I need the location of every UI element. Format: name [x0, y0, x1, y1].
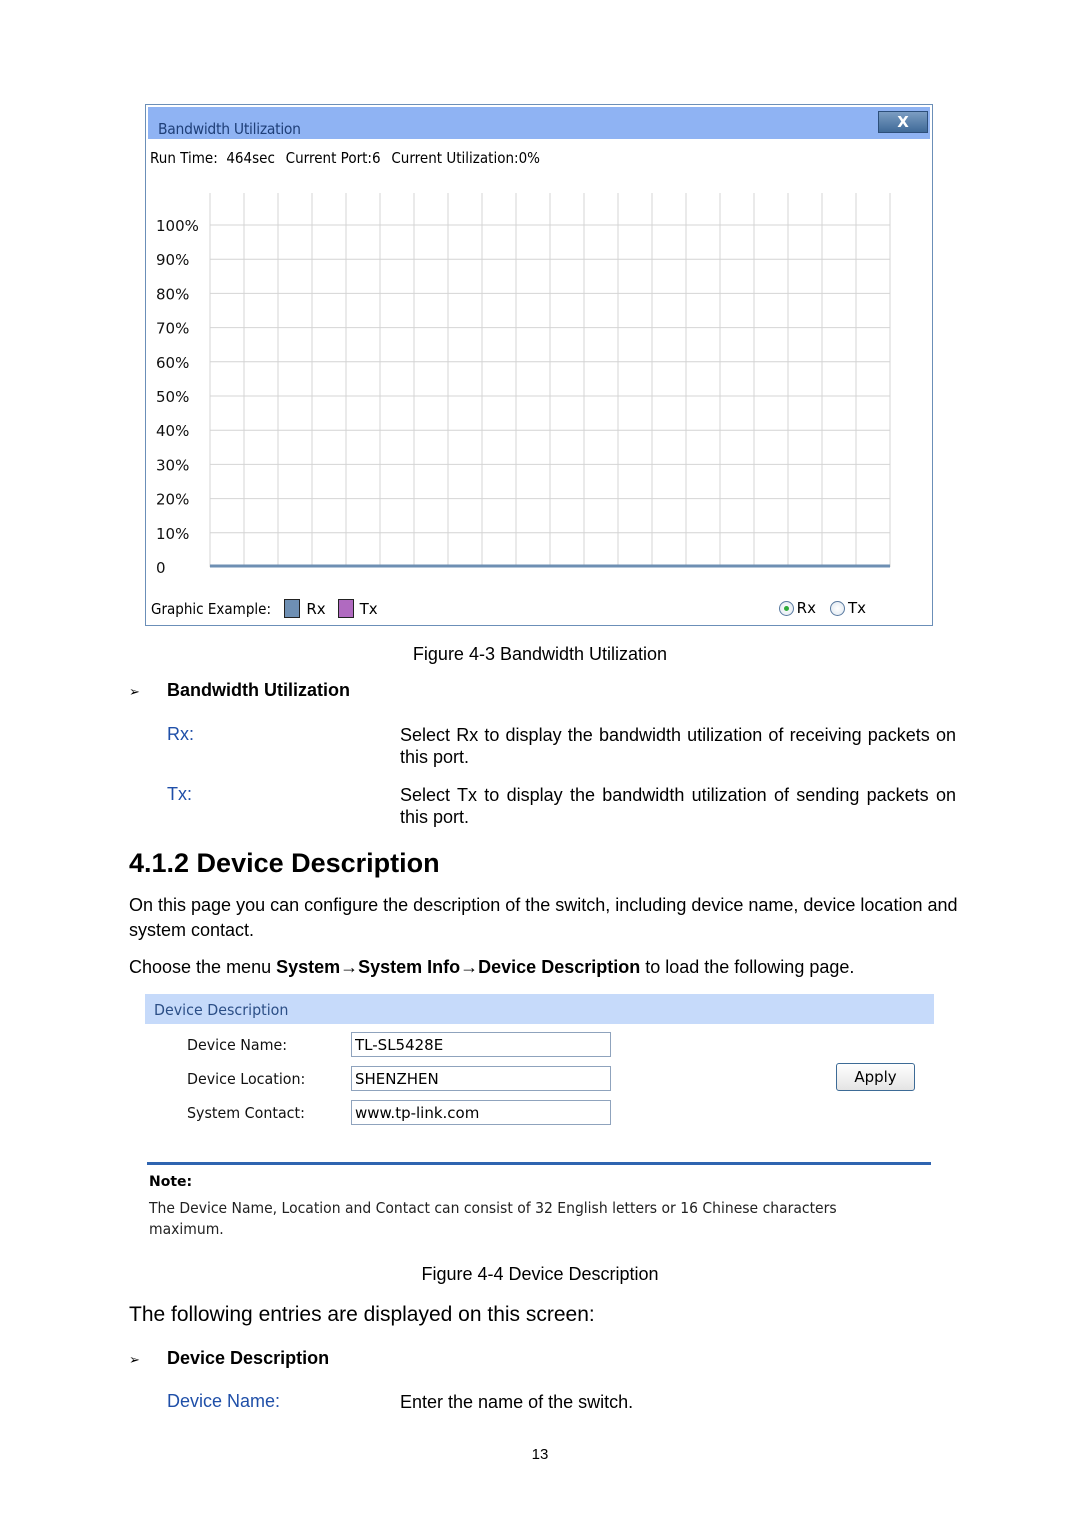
tx-radio-label[interactable]: Tx [848, 599, 866, 617]
apply-button[interactable]: Apply [836, 1063, 915, 1091]
definition-rx: Select Rx to display the bandwidth utili… [400, 725, 956, 767]
rx-swatch [284, 599, 301, 618]
y-tick-label: 30% [156, 456, 189, 474]
legend-rx-label: Rx [306, 599, 326, 618]
bullet-arrow-icon: ➢ [129, 1352, 140, 1367]
legend-tx-label: Tx [359, 599, 378, 618]
y-tick-label: 50% [156, 388, 189, 406]
menu-instruction: Choose the menu System→System Info→Devic… [129, 955, 959, 980]
device-description-panel: Device Description Device Name: Device L… [145, 994, 934, 1159]
term-device-name: Device Name: [167, 1391, 281, 1411]
device-name-label: Device Name: [187, 1036, 288, 1054]
section-intro: On this page you can configure the descr… [129, 895, 958, 940]
system-contact-label: System Contact: [187, 1104, 305, 1122]
entries-intro: The following entries are displayed on t… [129, 1303, 595, 1326]
device-location-label: Device Location: [187, 1070, 306, 1088]
system-contact-input[interactable] [351, 1100, 611, 1125]
menu-path: System→System Info→Device Description [276, 957, 641, 977]
term-rx: Rx: [167, 724, 194, 744]
tx-swatch [337, 599, 354, 618]
term-tx: Tx: [167, 784, 192, 804]
bullet-arrow-icon: ➢ [129, 684, 140, 699]
y-tick-label: 10% [156, 525, 189, 543]
graphic-example-legend: Graphic Example: Rx Tx [151, 599, 390, 618]
page-number: 13 [531, 1446, 549, 1463]
y-tick-label: 0 [156, 559, 166, 577]
note-title: Note: [149, 1174, 193, 1190]
bullet-heading-text: Bandwidth Utilization [167, 680, 350, 700]
panel-title: Device Description [154, 1001, 289, 1019]
legend-label: Graphic Example: [151, 599, 271, 618]
y-tick-label: 100% [156, 217, 199, 235]
definition-device-name: Enter the name of the switch. [400, 1392, 634, 1412]
y-tick-label: 20% [156, 491, 189, 509]
figure-4-4-caption: Figure 4-4 Device Description [421, 1264, 659, 1284]
utilization-chart: 0 10% 20% 30% 40% 50% 60% 70% 80% 90% 100% [156, 193, 891, 577]
y-tick-label: 70% [156, 320, 189, 338]
definition-tx: Select Tx to display the bandwidth utili… [400, 785, 956, 827]
note-text: The Device Name, Location and Contact ca… [149, 1199, 837, 1238]
note-divider [147, 1162, 931, 1165]
y-tick-label: 90% [156, 251, 189, 269]
bandwidth-utilization-heading: ➢ Bandwidth Utilization [129, 680, 350, 701]
y-tick-label: 60% [156, 354, 189, 372]
y-tick-label: 40% [156, 422, 189, 440]
device-description-heading: ➢ Device Description [129, 1348, 329, 1369]
section-title: 4.1.2 Device Description [129, 848, 440, 878]
device-name-input[interactable] [351, 1032, 611, 1057]
rx-radio-label[interactable]: Rx [797, 599, 816, 617]
figure-4-3-caption: Figure 4-3 Bandwidth Utilization [412, 644, 668, 664]
direction-radio-group: Rx Tx [778, 599, 880, 617]
bandwidth-utilization-window: Bandwidth Utilization X Run Time: 464sec… [145, 104, 933, 626]
bullet-heading-text: Device Description [167, 1348, 330, 1368]
menu-prefix: Choose the menu [129, 957, 277, 977]
panel-header: Device Description [145, 994, 934, 1024]
device-location-input[interactable] [351, 1066, 611, 1091]
menu-suffix: to load the following page. [640, 957, 855, 977]
rx-radio[interactable] [778, 600, 794, 616]
tx-radio[interactable] [829, 600, 845, 616]
y-tick-label: 80% [156, 285, 189, 303]
